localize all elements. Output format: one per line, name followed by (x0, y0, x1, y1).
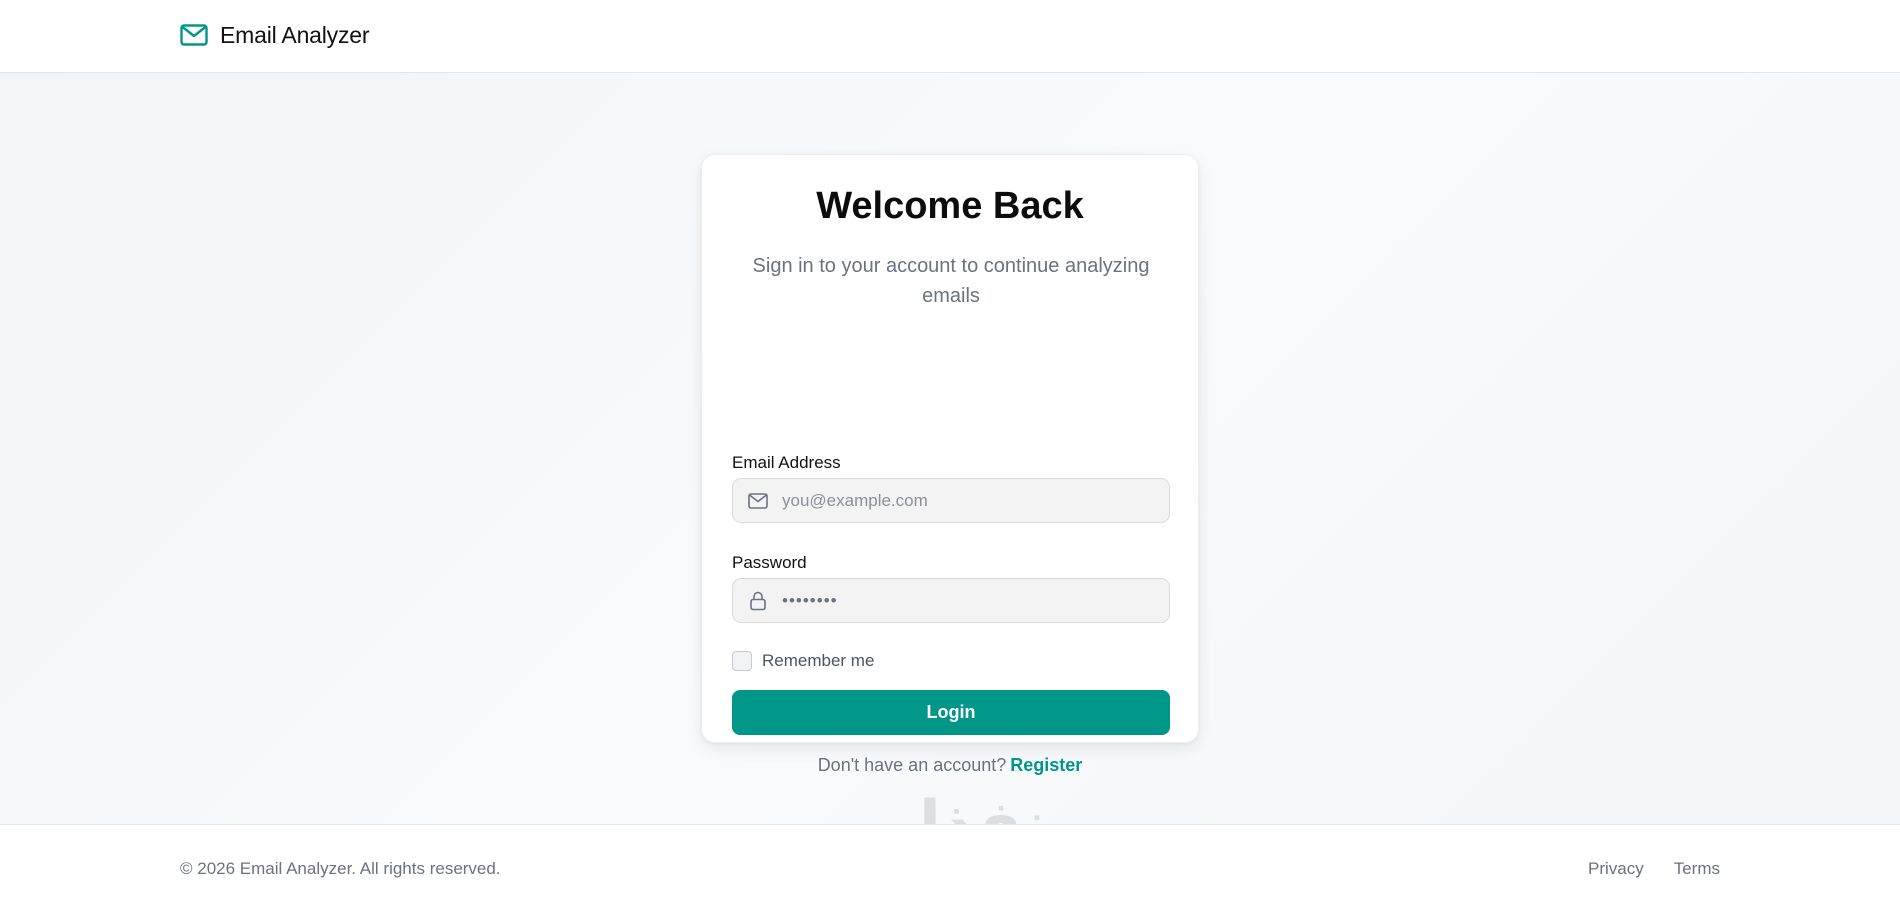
email-label: Email Address (732, 453, 841, 472)
remember-me-checkbox[interactable] (732, 651, 752, 671)
mail-icon (180, 23, 208, 47)
email-field[interactable]: you@example.com (732, 478, 1170, 523)
footer-links: Privacy Terms (1558, 859, 1720, 879)
email-input[interactable]: you@example.com (782, 491, 928, 511)
register-link[interactable]: Register (1010, 755, 1082, 775)
register-prompt-text: Don't have an account? (817, 755, 1007, 775)
remember-me[interactable]: Remember me (732, 650, 874, 672)
copyright-text: © 2026 Email Analyzer. All rights reserv… (180, 859, 501, 878)
privacy-link[interactable]: Privacy (1588, 859, 1644, 879)
main-content: Welcome Back Sign in to your account to … (0, 73, 1900, 824)
password-field[interactable]: •••••••• (732, 578, 1170, 623)
top-navbar: Email Analyzer (0, 0, 1900, 73)
register-prompt: Don't have an account? Register (702, 755, 1198, 776)
password-label: Password (732, 553, 807, 572)
brand-name: Email Analyzer (220, 21, 370, 48)
login-title: Welcome Back (816, 185, 1084, 227)
lock-icon (748, 591, 768, 611)
login-subtitle: Sign in to your account to continue anal… (752, 255, 1150, 307)
footer: © 2026 Email Analyzer. All rights reserv… (0, 824, 1900, 906)
login-card: Welcome Back Sign in to your account to … (701, 154, 1199, 775)
terms-link[interactable]: Terms (1674, 859, 1720, 879)
brand-logo[interactable]: Email Analyzer (180, 20, 370, 50)
mail-icon (748, 491, 768, 511)
remember-me-label: Remember me (762, 651, 875, 670)
password-input[interactable]: •••••••• (782, 591, 838, 611)
login-button[interactable]: Login (732, 690, 1170, 735)
